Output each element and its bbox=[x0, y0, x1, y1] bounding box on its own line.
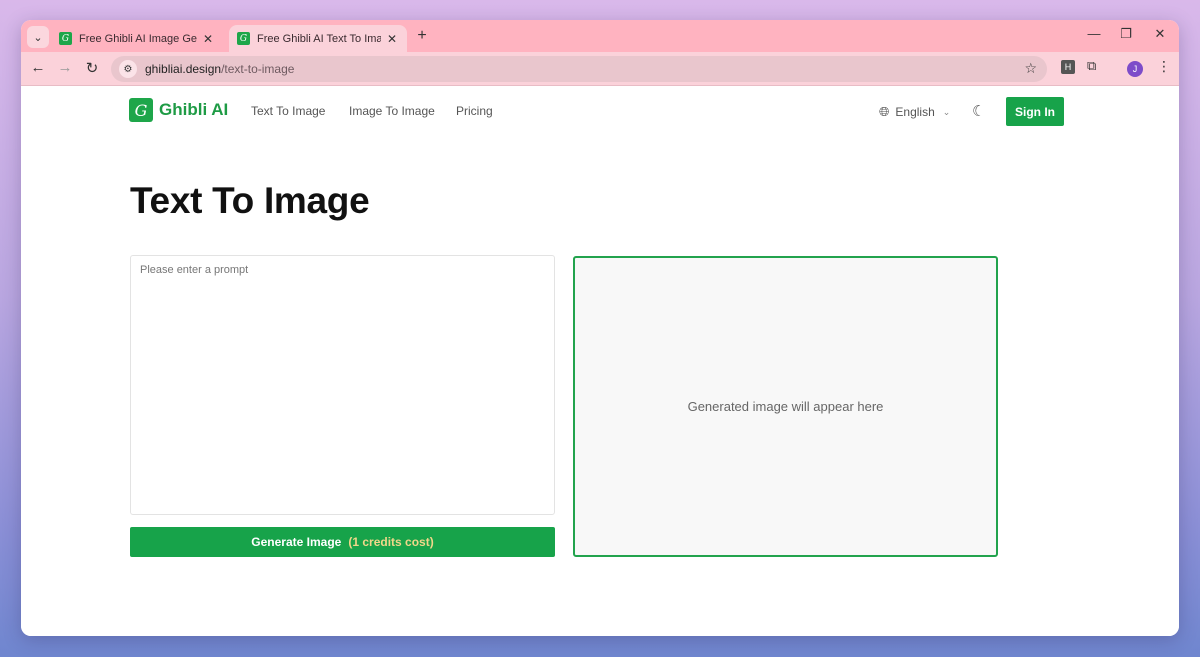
language-selector[interactable]: 🌐︎ English ⌄ bbox=[879, 104, 950, 120]
new-tab-plus-icon[interactable]: + bbox=[413, 27, 431, 45]
tab-title: Free Ghibli AI Text To Image Generator bbox=[257, 32, 381, 45]
url-host: ghibliai.design bbox=[145, 62, 222, 76]
language-label: English bbox=[895, 105, 935, 119]
profile-avatar[interactable]: J bbox=[1127, 61, 1143, 77]
close-window-icon[interactable]: ✕ bbox=[1145, 26, 1175, 42]
browser-menu-icon[interactable]: ⋮ bbox=[1157, 58, 1171, 75]
image-preview-panel: Generated image will appear here bbox=[573, 256, 998, 557]
page-content: G Ghibli AI Text To Image Image To Image… bbox=[21, 87, 1179, 636]
url-path: /text-to-image bbox=[221, 62, 295, 76]
close-icon[interactable]: ✕ bbox=[201, 32, 215, 46]
nav-text-to-image[interactable]: Text To Image bbox=[251, 104, 325, 118]
tab-strip: ⌄ G Free Ghibli AI Image Generator ✕ G F… bbox=[21, 20, 1179, 52]
credits-cost: (1 credits cost) bbox=[348, 535, 434, 549]
prompt-input[interactable] bbox=[130, 255, 555, 515]
browser-window: ⌄ G Free Ghibli AI Image Generator ✕ G F… bbox=[21, 20, 1179, 636]
reload-icon[interactable]: ↻ bbox=[82, 59, 102, 77]
ghibli-logo-icon: G bbox=[59, 32, 72, 45]
chevron-down-icon: ⌄ bbox=[942, 106, 951, 117]
generate-image-button[interactable]: Generate Image (1 credits cost) bbox=[130, 527, 555, 557]
close-icon[interactable]: ✕ bbox=[385, 32, 399, 46]
extension-h-icon[interactable]: H bbox=[1061, 60, 1075, 74]
forward-arrow-icon[interactable]: → bbox=[55, 59, 75, 76]
ghibli-logo-icon: G bbox=[237, 32, 250, 45]
site-settings-icon[interactable]: ⚙ bbox=[119, 60, 137, 78]
globe-icon: 🌐︎ bbox=[879, 104, 890, 119]
extensions-puzzle-icon[interactable]: ⧉ bbox=[1087, 58, 1096, 74]
generate-label: Generate Image bbox=[251, 535, 342, 549]
minimize-icon[interactable]: — bbox=[1079, 26, 1109, 41]
sign-in-button[interactable]: Sign In bbox=[1006, 97, 1064, 126]
page-title: Text To Image bbox=[130, 180, 370, 221]
tab-image-generator[interactable]: G Free Ghibli AI Image Generator ✕ bbox=[51, 25, 223, 52]
tab-search-chevron-icon[interactable]: ⌄ bbox=[27, 26, 49, 48]
nav-pricing[interactable]: Pricing bbox=[456, 104, 493, 118]
ghibli-logo-icon: G bbox=[129, 98, 153, 122]
site-header: G Ghibli AI Text To Image Image To Image… bbox=[129, 97, 1065, 127]
tab-title: Free Ghibli AI Image Generator bbox=[79, 32, 197, 45]
browser-toolbar: ← → ↻ ⚙ ghibliai.design/text-to-image ☆ … bbox=[21, 52, 1179, 86]
tab-text-to-image[interactable]: G Free Ghibli AI Text To Image Generator… bbox=[229, 25, 407, 52]
logo-text: Ghibli AI bbox=[159, 100, 229, 119]
address-bar[interactable]: ⚙ ghibliai.design/text-to-image ☆ bbox=[111, 56, 1047, 82]
bookmark-star-icon[interactable]: ☆ bbox=[1024, 60, 1037, 77]
nav-image-to-image[interactable]: Image To Image bbox=[349, 104, 435, 118]
preview-placeholder-text: Generated image will appear here bbox=[687, 399, 884, 414]
restore-icon[interactable]: ❐ bbox=[1111, 26, 1141, 42]
back-arrow-icon[interactable]: ← bbox=[28, 59, 48, 76]
site-logo[interactable]: G Ghibli AI bbox=[129, 98, 228, 122]
theme-toggle-moon-icon[interactable]: ☾ bbox=[972, 102, 985, 120]
